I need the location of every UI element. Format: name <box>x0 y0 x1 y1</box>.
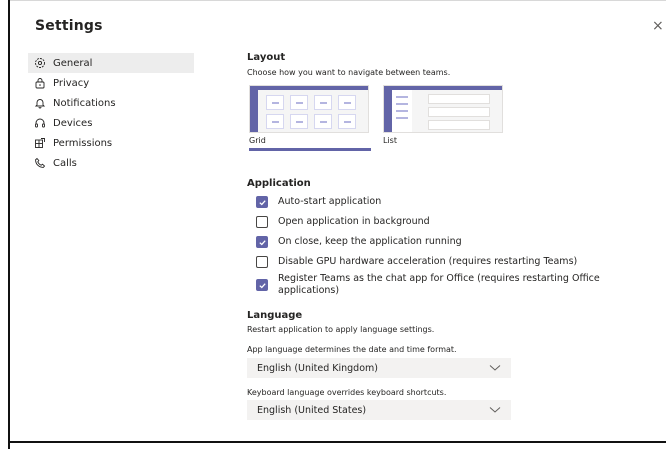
checkbox-label: Disable GPU hardware acceleration (requi… <box>278 256 578 267</box>
keep-running-checkbox[interactable]: On close, keep the application running <box>256 236 462 248</box>
nav-item-permissions[interactable]: Permissions <box>28 133 194 153</box>
application-section-title: Application <box>247 178 311 189</box>
permissions-icon <box>34 137 46 149</box>
keyboard-language-value: English (United States) <box>257 404 367 416</box>
checkbox-unchecked[interactable] <box>256 216 268 228</box>
app-language-value: English (United Kingdom) <box>257 362 378 374</box>
keyboard-language-dropdown[interactable]: English (United States) <box>247 400 511 420</box>
checkbox-checked[interactable] <box>256 196 268 208</box>
checkbox-label: Open application in background <box>278 216 430 227</box>
nav-item-general[interactable]: General <box>28 53 194 73</box>
dialog-title: Settings <box>35 18 103 34</box>
auto-start-checkbox[interactable]: Auto-start application <box>256 196 381 208</box>
app-language-dropdown[interactable]: English (United Kingdom) <box>247 358 511 378</box>
restart-note: Restart application to apply language se… <box>247 325 435 334</box>
layout-option-grid[interactable]: Grid <box>249 85 371 151</box>
close-icon[interactable]: × <box>652 18 666 34</box>
chevron-down-icon <box>489 365 501 371</box>
layout-option-label: Grid <box>249 136 266 145</box>
nav-item-label: General <box>53 57 93 69</box>
layout-option-list[interactable]: List <box>383 85 503 145</box>
nav-item-label: Calls <box>53 157 77 169</box>
gear-icon <box>34 57 46 69</box>
open-in-background-checkbox[interactable]: Open application in background <box>256 216 430 228</box>
keyboard-language-note: Keyboard language overrides keyboard sho… <box>247 388 447 397</box>
layout-section-title: Layout <box>247 52 286 63</box>
grid-layout-thumbnail <box>249 85 369 133</box>
phone-icon <box>34 157 46 169</box>
language-section-title: Language <box>247 310 303 321</box>
app-language-note: App language determines the date and tim… <box>247 345 457 354</box>
nav-item-label: Devices <box>53 117 93 129</box>
lock-icon <box>34 77 46 89</box>
nav-item-notifications[interactable]: Notifications <box>28 93 194 113</box>
checkbox-unchecked[interactable] <box>256 256 268 268</box>
checkbox-label: Auto-start application <box>278 196 382 207</box>
selected-indicator <box>249 148 371 151</box>
headset-icon <box>34 117 46 129</box>
checkbox-checked[interactable] <box>256 279 268 291</box>
dialog-bottom-border <box>8 441 666 443</box>
layout-description: Choose how you want to navigate between … <box>247 68 451 77</box>
checkbox-label: Register Teams as the chat app for Offic… <box>278 273 600 296</box>
nav-item-privacy[interactable]: Privacy <box>28 73 194 93</box>
dialog-left-border <box>8 0 10 449</box>
chevron-down-icon <box>489 407 501 413</box>
dialog-top-border <box>8 0 666 1</box>
list-layout-thumbnail <box>383 85 503 133</box>
checkbox-checked[interactable] <box>256 236 268 248</box>
nav-item-label: Privacy <box>53 77 90 89</box>
nav-item-label: Notifications <box>53 97 116 109</box>
nav-item-devices[interactable]: Devices <box>28 113 194 133</box>
nav-item-label: Permissions <box>53 137 113 149</box>
settings-dialog: Settings × General Privacy Notifications <box>0 0 666 449</box>
checkbox-label: On close, keep the application running <box>278 236 462 247</box>
layout-option-label: List <box>383 136 397 145</box>
disable-gpu-checkbox[interactable]: Disable GPU hardware acceleration (requi… <box>256 256 577 268</box>
nav-item-calls[interactable]: Calls <box>28 153 194 173</box>
bell-icon <box>34 97 46 109</box>
settings-nav: General Privacy Notifications Devices Pe… <box>28 53 194 173</box>
register-chat-app-checkbox[interactable]: Register Teams as the chat app for Offic… <box>256 273 648 297</box>
